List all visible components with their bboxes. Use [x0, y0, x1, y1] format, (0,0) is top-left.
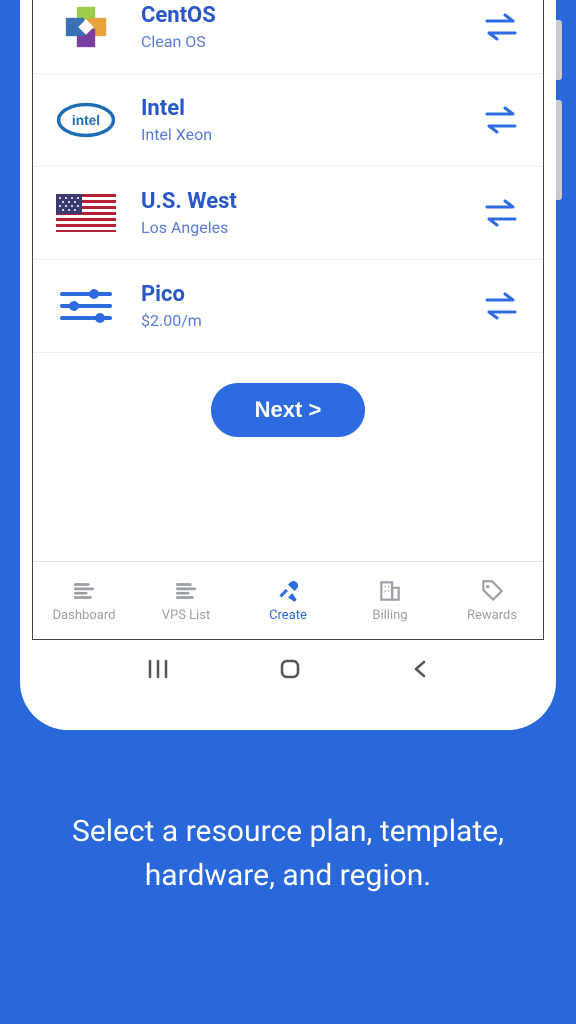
option-subtitle: Clean OS — [141, 32, 457, 51]
app-screen: CentOS Clean OS intel Intel Inte — [32, 0, 544, 640]
next-button[interactable]: Next > — [211, 383, 366, 437]
svg-text:intel: intel — [72, 113, 100, 128]
list-icon — [71, 578, 97, 604]
option-title: U.S. West — [141, 189, 457, 214]
option-title: Pico — [141, 282, 457, 307]
nav-label: Dashboard — [53, 608, 116, 623]
nav-label: Billing — [372, 608, 407, 623]
nav-rewards[interactable]: Rewards — [441, 562, 543, 639]
recents-button[interactable] — [146, 659, 170, 683]
building-icon — [377, 578, 403, 604]
nav-label: Create — [269, 608, 307, 623]
option-subtitle: Los Angeles — [141, 218, 457, 237]
nav-label: VPS List — [162, 608, 211, 623]
option-subtitle: Intel Xeon — [141, 125, 457, 144]
nav-label: Rewards — [467, 608, 517, 623]
back-button[interactable] — [410, 659, 430, 683]
option-row-plan[interactable]: Pico $2.00/m — [33, 260, 543, 353]
options-list: CentOS Clean OS intel Intel Inte — [33, 0, 543, 561]
home-button[interactable] — [278, 657, 302, 685]
nav-vpslist[interactable]: VPS List — [135, 562, 237, 639]
next-row: Next > — [33, 353, 543, 467]
phone-side-button — [556, 100, 562, 200]
option-row-hardware[interactable]: intel Intel Intel Xeon — [33, 74, 543, 167]
option-row-region[interactable]: U.S. West Los Angeles — [33, 167, 543, 260]
nav-dashboard[interactable]: Dashboard — [33, 562, 135, 639]
tools-icon — [275, 578, 301, 604]
centos-icon — [53, 0, 119, 55]
swap-icon[interactable] — [479, 284, 523, 328]
tag-icon — [479, 578, 505, 604]
promo-caption: Select a resource plan, template, hardwa… — [0, 810, 576, 897]
android-nav-bar — [32, 646, 544, 696]
swap-icon[interactable] — [479, 5, 523, 49]
phone-frame: CentOS Clean OS intel Intel Inte — [20, 0, 556, 730]
swap-icon[interactable] — [479, 98, 523, 142]
swap-icon[interactable] — [479, 191, 523, 235]
sliders-icon — [53, 278, 119, 334]
nav-create[interactable]: Create — [237, 562, 339, 639]
option-subtitle: $2.00/m — [141, 311, 457, 330]
phone-side-button — [556, 20, 562, 80]
option-title: CentOS — [141, 3, 457, 28]
bottom-nav: Dashboard VPS List Create — [33, 561, 543, 639]
list-icon — [173, 578, 199, 604]
nav-billing[interactable]: Billing — [339, 562, 441, 639]
intel-icon: intel — [53, 92, 119, 148]
option-title: Intel — [141, 96, 457, 121]
option-row-os[interactable]: CentOS Clean OS — [33, 0, 543, 74]
us-flag-icon — [53, 185, 119, 241]
